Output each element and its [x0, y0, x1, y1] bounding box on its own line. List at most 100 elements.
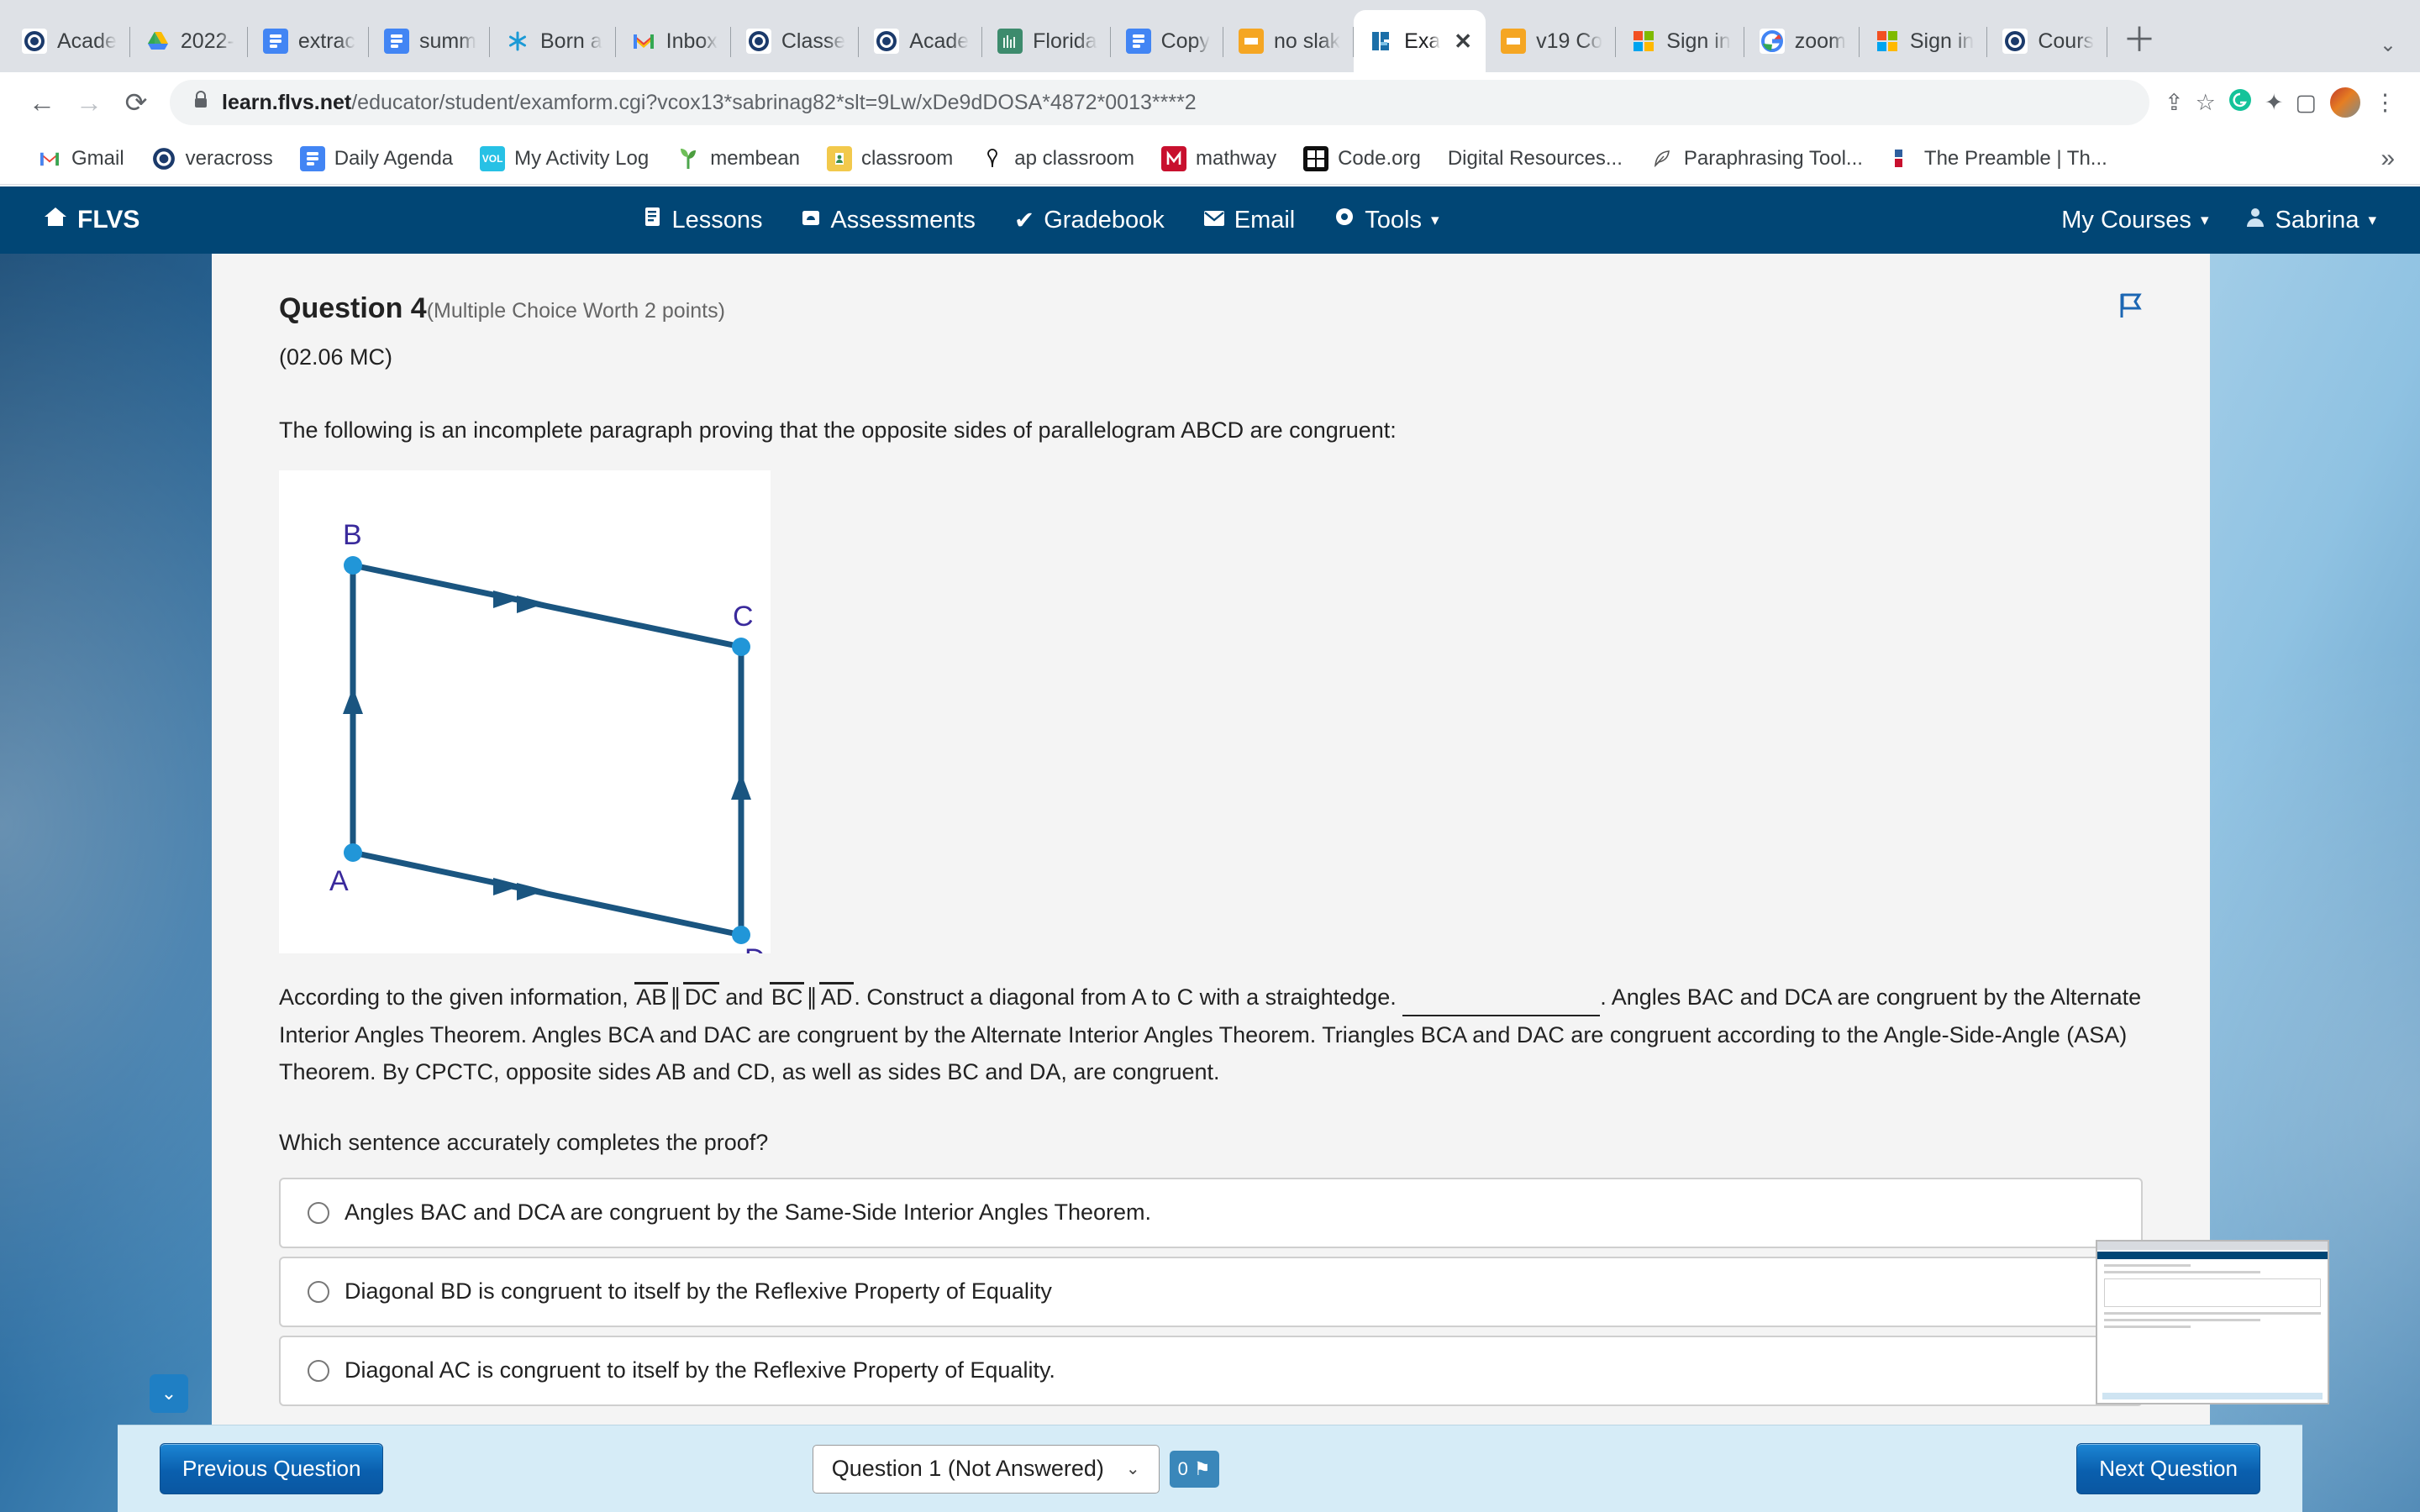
bookmark-item[interactable]: Paraphrasing Tool...: [1636, 140, 1876, 177]
browser-tab[interactable]: zoom: [1744, 10, 1860, 72]
browser-tab[interactable]: extrac: [248, 10, 370, 72]
tab-list-chevron-down-icon[interactable]: ⌄: [2380, 33, 2396, 57]
asterisk-icon: [505, 29, 530, 54]
thumbnail-line: [2104, 1271, 2260, 1273]
nav-item-tools[interactable]: Tools ▾: [1334, 206, 1439, 234]
microsoft-icon: [1875, 29, 1900, 54]
bookmark-label: ap classroom: [1014, 146, 1135, 170]
reload-button[interactable]: ⟳: [113, 79, 160, 126]
nav-item-gradebook[interactable]: ✔ Gradebook: [1014, 206, 1165, 235]
bookmark-item[interactable]: The Preamble | Th...: [1876, 140, 2121, 177]
browser-tab[interactable]: 2022-: [130, 10, 248, 72]
radio-button[interactable]: [308, 1201, 329, 1224]
membean-icon: [676, 146, 701, 171]
new-tab-button[interactable]: ＋: [2123, 24, 2156, 57]
bookmark-label: mathway: [1196, 146, 1277, 170]
bookmark-item[interactable]: Gmail: [24, 140, 138, 177]
browser-tab[interactable]: Inbox: [616, 10, 732, 72]
page-thumbnail-preview[interactable]: [2096, 1240, 2329, 1404]
browser-tab[interactable]: Acade: [859, 10, 983, 72]
answer-choice[interactable]: Diagonal BD is congruent to itself by th…: [279, 1256, 2143, 1327]
user-menu[interactable]: Sabrina ▾: [2245, 206, 2376, 234]
vertex-label-b: B: [343, 519, 362, 551]
browser-tab[interactable]: Sign in: [1616, 10, 1745, 72]
grammarly-extension-icon[interactable]: [2228, 87, 2253, 118]
nav-item-email[interactable]: Email: [1203, 207, 1295, 234]
bookmark-item[interactable]: veracross: [138, 140, 287, 177]
thumbnail-body: [2097, 1259, 2328, 1337]
google-icon: [1759, 29, 1785, 54]
envelope-icon: [1203, 207, 1225, 234]
google-docs-icon: [383, 29, 409, 54]
browser-window: Acade 2022- extrac summ Born a Inbox Cla…: [0, 0, 2420, 1512]
question-header: Question 4(Multiple Choice Worth 2 point…: [279, 292, 2143, 326]
browser-tab[interactable]: Acade: [7, 10, 130, 72]
bookmark-label: Digital Resources...: [1447, 146, 1623, 170]
bookmark-item[interactable]: Code.org: [1290, 140, 1434, 177]
brand-label: FLVS: [77, 206, 140, 234]
close-icon[interactable]: ✕: [1454, 30, 1472, 52]
share-icon[interactable]: ⇪: [2165, 90, 2184, 116]
flag-count-badge[interactable]: 0 ⚑: [1169, 1450, 1219, 1488]
bookmark-label: My Activity Log: [514, 146, 650, 170]
question-selector-group: Question 1 (Not Answered) ⌄ 0 ⚑: [812, 1444, 1219, 1494]
gear-icon: [1334, 206, 1355, 234]
google-docs-icon: [1125, 29, 1151, 54]
bookmark-item[interactable]: classroom: [813, 140, 966, 177]
bookmark-item[interactable]: ap classroom: [966, 140, 1148, 177]
bookmark-item[interactable]: mathway: [1148, 140, 1290, 177]
browser-tab[interactable]: Florida: [982, 10, 1112, 72]
forward-button[interactable]: →: [66, 79, 113, 126]
answer-prompt: Which sentence accurately completes the …: [279, 1129, 769, 1155]
bookmark-item[interactable]: membean: [662, 140, 813, 177]
browser-tab-active[interactable]: Exa ✕: [1354, 10, 1486, 72]
choice-label: Diagonal AC is congruent to itself by th…: [345, 1357, 1055, 1383]
bookmarks-overflow-button[interactable]: »: [2381, 144, 2395, 173]
question-selector[interactable]: Question 1 (Not Answered) ⌄: [812, 1444, 1160, 1494]
bookmark-label: Paraphrasing Tool...: [1683, 146, 1863, 170]
nav-item-lessons[interactable]: Lessons: [644, 206, 762, 234]
answer-choice[interactable]: Diagonal AC is congruent to itself by th…: [279, 1335, 2143, 1406]
preamble-icon: [1890, 146, 1915, 171]
my-courses-menu[interactable]: My Courses ▾: [2061, 207, 2208, 234]
nav-item-assessments[interactable]: Assessments: [801, 207, 976, 234]
back-button[interactable]: ←: [18, 79, 66, 126]
browser-tab[interactable]: v19 Co: [1486, 10, 1617, 72]
bookmark-item[interactable]: VOL My Activity Log: [466, 140, 662, 177]
next-question-button[interactable]: Next Question: [2076, 1443, 2260, 1494]
flvs-brand[interactable]: FLVS: [44, 206, 139, 234]
address-bar[interactable]: learn.flvs.net/educator/student/examform…: [170, 80, 2150, 125]
para-part3: . Construct a diagonal from A to C with …: [854, 984, 1403, 1011]
browser-tab[interactable]: summ: [369, 10, 491, 72]
browser-tab[interactable]: Born a: [490, 10, 616, 72]
browser-tab[interactable]: Copy: [1111, 10, 1224, 72]
previous-question-button[interactable]: Previous Question: [160, 1443, 384, 1494]
browser-tab[interactable]: Cours: [1987, 10, 2107, 72]
vol-icon: VOL: [480, 145, 506, 171]
radio-button[interactable]: [308, 1359, 329, 1382]
bookmark-item[interactable]: Digital Resources...: [1434, 141, 1636, 176]
url-path: /educator/student/examform.cgi?vcox13*sa…: [351, 90, 1197, 114]
flvs-nav-items: Lessons Assessments ✔ Gradebook Email To…: [644, 206, 1439, 235]
radio-button[interactable]: [308, 1280, 329, 1303]
tab-label: Born a: [540, 29, 602, 53]
bookmark-label: veracross: [185, 146, 273, 170]
question-code: (02.06 MC): [279, 344, 393, 370]
browser-tab[interactable]: Sign in: [1860, 10, 1988, 72]
code-org-icon: [1303, 145, 1329, 171]
my-courses-label: My Courses: [2061, 206, 2191, 234]
browser-tab[interactable]: no slak: [1223, 10, 1355, 72]
bookmark-item[interactable]: Daily Agenda: [287, 140, 466, 177]
avatar[interactable]: [2328, 86, 2362, 119]
answer-choice[interactable]: Angles BAC and DCA are congruent by the …: [279, 1177, 2143, 1248]
side-panel-icon[interactable]: ▢: [2295, 90, 2317, 116]
tab-label: no slak: [1273, 29, 1341, 53]
scroll-down-button[interactable]: ⌄: [150, 1374, 188, 1413]
flag-icon[interactable]: [2118, 292, 2143, 326]
bookmark-star-icon[interactable]: ☆: [2196, 90, 2216, 116]
tab-label: v19 Co: [1536, 29, 1603, 53]
browser-tab[interactable]: Classe: [731, 10, 860, 72]
extensions-icon[interactable]: ✦: [2265, 90, 2284, 116]
seal-icon: [22, 29, 47, 54]
browser-menu-icon[interactable]: ⋮: [2374, 90, 2396, 116]
